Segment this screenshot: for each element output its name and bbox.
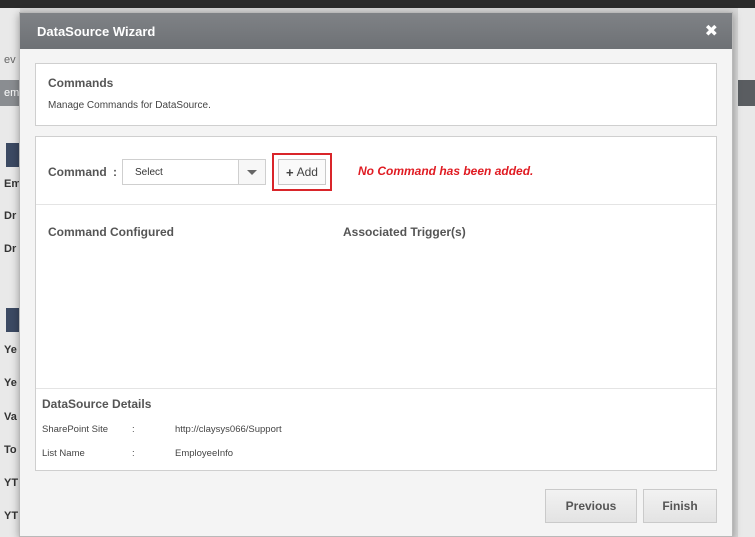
command-label-colon: : bbox=[113, 165, 117, 179]
datasource-details-title: DataSource Details bbox=[42, 397, 152, 411]
no-command-message: No Command has been added. bbox=[358, 164, 534, 178]
command-config-panel: Command : Select + Add No Command has be… bbox=[35, 136, 717, 471]
list-name-value: EmployeeInfo bbox=[175, 448, 234, 459]
add-button-highlight: + Add bbox=[272, 153, 332, 191]
command-label: Command bbox=[48, 165, 107, 179]
list-name-colon: : bbox=[132, 448, 135, 459]
add-button-label: Add bbox=[296, 165, 318, 179]
dialog-title: DataSource Wizard bbox=[37, 24, 156, 39]
commands-panel-description: Manage Commands for DataSource. bbox=[48, 100, 211, 111]
datasource-wizard-dialog: DataSource Wizard ✖ Commands Manage Comm… bbox=[19, 12, 733, 537]
background-text[interactable]: Ye bbox=[4, 344, 17, 356]
background-section-band bbox=[6, 143, 20, 167]
background-section-band bbox=[6, 308, 20, 332]
sharepoint-site-value: http://claysys066/Support bbox=[175, 424, 282, 435]
divider bbox=[36, 204, 716, 205]
sharepoint-site-label: SharePoint Site bbox=[42, 424, 109, 435]
close-icon[interactable]: ✖ bbox=[705, 21, 718, 40]
sharepoint-site-colon: : bbox=[132, 424, 135, 435]
list-name-label: List Name bbox=[42, 448, 85, 459]
finish-button[interactable]: Finish bbox=[643, 489, 717, 523]
background-text: em bbox=[4, 87, 20, 99]
previous-button[interactable]: Previous bbox=[545, 489, 637, 523]
background-text[interactable]: Dr bbox=[4, 243, 16, 255]
commands-panel-title: Commands bbox=[48, 76, 114, 90]
dialog-header: DataSource Wizard ✖ bbox=[20, 13, 732, 49]
command-select-value: Select bbox=[135, 167, 163, 178]
background-right-toolbar bbox=[738, 80, 755, 106]
divider bbox=[36, 388, 716, 389]
background-text[interactable]: YT bbox=[4, 510, 18, 522]
background-top-bar bbox=[0, 0, 755, 8]
background-text: ev bbox=[4, 54, 16, 66]
plus-icon: + bbox=[286, 164, 294, 180]
background-text[interactable]: Dr bbox=[4, 210, 16, 222]
background-text[interactable]: Va bbox=[4, 411, 17, 423]
background-text[interactable]: To bbox=[4, 444, 17, 456]
column-header-command-configured: Command Configured bbox=[48, 225, 174, 239]
column-header-associated-triggers: Associated Trigger(s) bbox=[343, 225, 466, 239]
chevron-down-icon[interactable] bbox=[238, 160, 265, 184]
background-text[interactable]: YT bbox=[4, 477, 18, 489]
commands-panel: Commands Manage Commands for DataSource. bbox=[35, 63, 717, 126]
add-command-button[interactable]: + Add bbox=[278, 159, 326, 185]
background-text[interactable]: Ye bbox=[4, 377, 17, 389]
command-select[interactable]: Select bbox=[122, 159, 266, 185]
